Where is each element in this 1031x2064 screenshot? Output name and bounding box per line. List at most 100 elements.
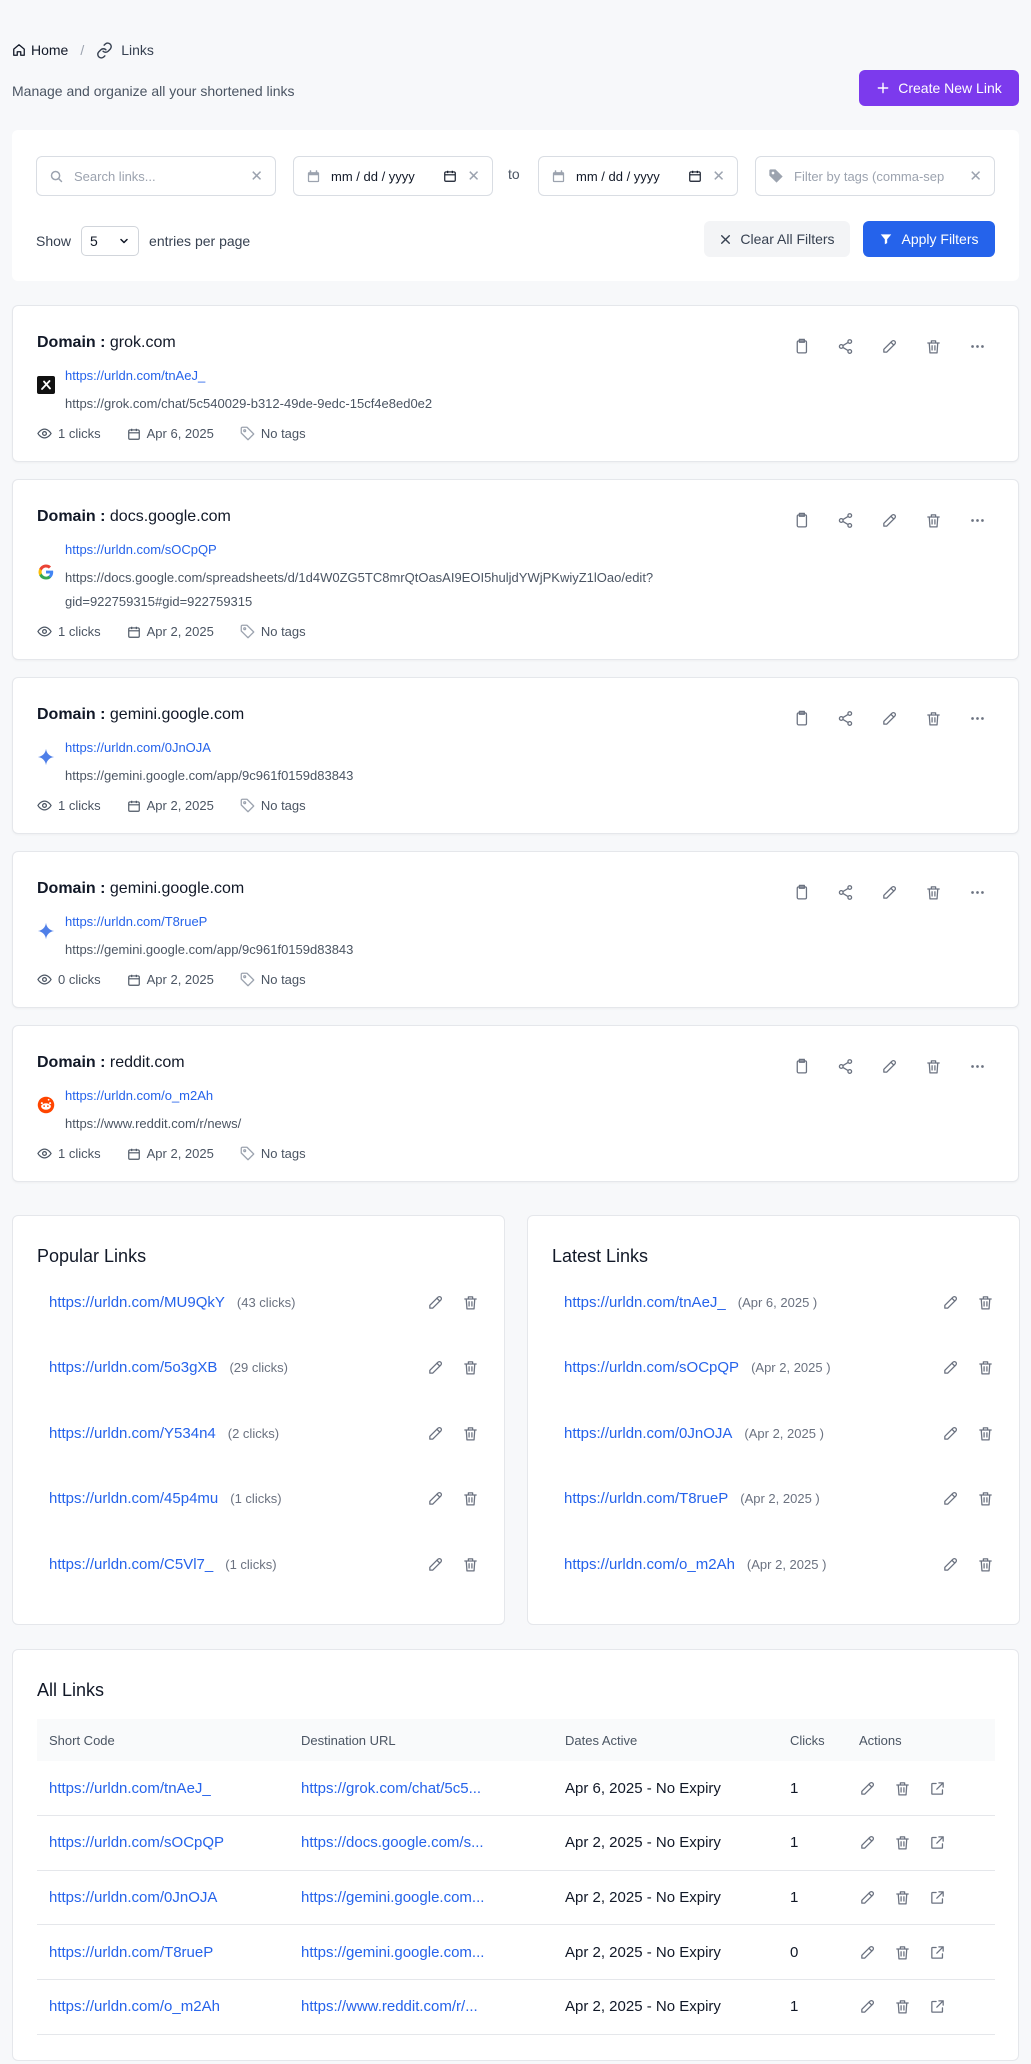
trash-icon[interactable]: [894, 1889, 911, 1906]
short-code-cell[interactable]: https://urldn.com/o_m2Ah: [49, 1998, 220, 2015]
short-code-cell[interactable]: https://urldn.com/T8rueP: [49, 1944, 213, 1961]
external-link-icon[interactable]: [929, 1834, 946, 1851]
trash-icon[interactable]: [462, 1359, 479, 1376]
list-item-link[interactable]: https://urldn.com/0JnOJA: [564, 1425, 732, 1442]
trash-icon[interactable]: [894, 1834, 911, 1851]
list-item-link[interactable]: https://urldn.com/MU9QkY: [49, 1294, 225, 1311]
edit-icon[interactable]: [942, 1490, 959, 1507]
short-code-cell[interactable]: https://urldn.com/0JnOJA: [49, 1889, 217, 1906]
clear-date-from-icon[interactable]: ✕: [467, 167, 480, 185]
destination-cell[interactable]: https://www.reddit.com/r/...: [301, 1998, 478, 2015]
trash-icon[interactable]: [977, 1294, 994, 1311]
short-link[interactable]: https://urldn.com/o_m2Ah: [65, 1088, 213, 1103]
list-item-link[interactable]: https://urldn.com/T8rueP: [564, 1490, 728, 1507]
list-item-link[interactable]: https://urldn.com/C5Vl7_: [49, 1556, 213, 1573]
edit-icon[interactable]: [427, 1490, 444, 1507]
edit-icon[interactable]: [942, 1556, 959, 1573]
trash-icon[interactable]: [921, 880, 945, 904]
destination-cell[interactable]: https://gemini.google.com...: [301, 1889, 484, 1906]
share-icon[interactable]: [833, 1054, 857, 1078]
edit-icon[interactable]: [859, 1834, 876, 1851]
trash-icon[interactable]: [894, 1944, 911, 1961]
trash-icon[interactable]: [462, 1425, 479, 1442]
more-icon[interactable]: [965, 334, 989, 358]
more-icon[interactable]: [965, 706, 989, 730]
apply-filters-button[interactable]: Apply Filters: [863, 221, 995, 257]
clear-date-to-icon[interactable]: ✕: [712, 167, 725, 185]
short-link[interactable]: https://urldn.com/sOCpQP: [65, 542, 217, 557]
trash-icon[interactable]: [921, 706, 945, 730]
external-link-icon[interactable]: [929, 1780, 946, 1797]
more-icon[interactable]: [965, 880, 989, 904]
destination-cell[interactable]: https://gemini.google.com...: [301, 1944, 484, 1961]
trash-icon[interactable]: [462, 1490, 479, 1507]
share-icon[interactable]: [833, 880, 857, 904]
edit-icon[interactable]: [942, 1294, 959, 1311]
more-icon[interactable]: [965, 508, 989, 532]
edit-icon[interactable]: [859, 1780, 876, 1797]
edit-icon[interactable]: [427, 1359, 444, 1376]
short-link[interactable]: https://urldn.com/tnAeJ_: [65, 368, 205, 383]
date-to-input[interactable]: mm / dd / yyyy ✕: [538, 156, 738, 196]
external-link-icon[interactable]: [929, 1889, 946, 1906]
trash-icon[interactable]: [921, 508, 945, 532]
create-new-link-button[interactable]: Create New Link: [859, 70, 1019, 106]
short-code-cell[interactable]: https://urldn.com/tnAeJ_: [49, 1780, 211, 1797]
entries-select[interactable]: 5: [81, 226, 140, 256]
edit-icon[interactable]: [859, 1998, 876, 2015]
trash-icon[interactable]: [462, 1294, 479, 1311]
trash-icon[interactable]: [977, 1556, 994, 1573]
edit-icon[interactable]: [942, 1359, 959, 1376]
date-picker-icon[interactable]: [688, 169, 702, 183]
clear-search-icon[interactable]: ✕: [250, 167, 263, 185]
edit-icon[interactable]: [877, 508, 901, 532]
date-picker-icon[interactable]: [443, 169, 457, 183]
destination-cell[interactable]: https://grok.com/chat/5c5...: [301, 1780, 481, 1797]
short-code-cell[interactable]: https://urldn.com/sOCpQP: [49, 1834, 224, 1851]
short-link[interactable]: https://urldn.com/T8rueP: [65, 914, 207, 929]
clear-all-filters-button[interactable]: Clear All Filters: [704, 221, 850, 257]
copy-icon[interactable]: [789, 1054, 813, 1078]
trash-icon[interactable]: [921, 334, 945, 358]
copy-icon[interactable]: [789, 334, 813, 358]
more-icon[interactable]: [965, 1054, 989, 1078]
edit-icon[interactable]: [942, 1425, 959, 1442]
copy-icon[interactable]: [789, 880, 813, 904]
edit-icon[interactable]: [859, 1944, 876, 1961]
edit-icon[interactable]: [859, 1889, 876, 1906]
edit-icon[interactable]: [877, 334, 901, 358]
copy-icon[interactable]: [789, 706, 813, 730]
share-icon[interactable]: [833, 508, 857, 532]
edit-icon[interactable]: [877, 706, 901, 730]
share-icon[interactable]: [833, 706, 857, 730]
edit-icon[interactable]: [877, 880, 901, 904]
trash-icon[interactable]: [462, 1556, 479, 1573]
edit-icon[interactable]: [427, 1425, 444, 1442]
list-item-link[interactable]: https://urldn.com/tnAeJ_: [564, 1294, 726, 1311]
copy-icon[interactable]: [789, 508, 813, 532]
search-input[interactable]: Search links... ✕: [36, 156, 276, 196]
external-link-icon[interactable]: [929, 1998, 946, 2015]
list-item-link[interactable]: https://urldn.com/sOCpQP: [564, 1359, 739, 1376]
trash-icon[interactable]: [977, 1425, 994, 1442]
clear-tags-icon[interactable]: ✕: [969, 167, 982, 185]
trash-icon[interactable]: [894, 1780, 911, 1797]
breadcrumb-home[interactable]: Home: [12, 42, 68, 58]
date-from-input[interactable]: mm / dd / yyyy ✕: [293, 156, 493, 196]
edit-icon[interactable]: [877, 1054, 901, 1078]
list-item-link[interactable]: https://urldn.com/Y534n4: [49, 1425, 216, 1442]
list-item-link[interactable]: https://urldn.com/45p4mu: [49, 1490, 218, 1507]
external-link-icon[interactable]: [929, 1944, 946, 1961]
destination-cell[interactable]: https://docs.google.com/s...: [301, 1834, 484, 1851]
trash-icon[interactable]: [977, 1359, 994, 1376]
share-icon[interactable]: [833, 334, 857, 358]
short-link[interactable]: https://urldn.com/0JnOJA: [65, 740, 211, 755]
list-item-link[interactable]: https://urldn.com/o_m2Ah: [564, 1556, 735, 1573]
edit-icon[interactable]: [427, 1556, 444, 1573]
trash-icon[interactable]: [977, 1490, 994, 1507]
tags-filter-input[interactable]: Filter by tags (comma-sep ✕: [755, 156, 995, 196]
list-item-link[interactable]: https://urldn.com/5o3gXB: [49, 1359, 217, 1376]
trash-icon[interactable]: [921, 1054, 945, 1078]
trash-icon[interactable]: [894, 1998, 911, 2015]
edit-icon[interactable]: [427, 1294, 444, 1311]
